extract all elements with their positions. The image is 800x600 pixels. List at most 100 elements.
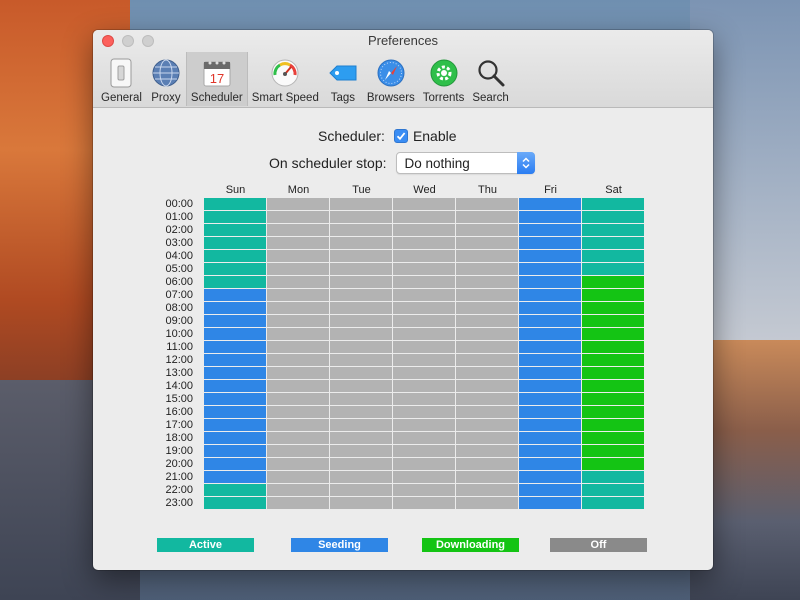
schedule-cell-thu-4[interactable] <box>456 250 518 262</box>
schedule-cell-fri-21[interactable] <box>519 471 581 483</box>
schedule-cell-fri-22[interactable] <box>519 484 581 496</box>
schedule-cell-tue-3[interactable] <box>330 237 392 249</box>
enable-checkbox[interactable] <box>393 129 408 143</box>
schedule-cell-sat-9[interactable] <box>582 315 644 327</box>
schedule-cell-sat-12[interactable] <box>582 354 644 366</box>
schedule-cell-fri-5[interactable] <box>519 263 581 275</box>
schedule-cell-sat-6[interactable] <box>582 276 644 288</box>
schedule-cell-sun-4[interactable] <box>204 250 266 262</box>
schedule-cells[interactable] <box>204 198 645 510</box>
schedule-cell-thu-21[interactable] <box>456 471 518 483</box>
schedule-cell-wed-16[interactable] <box>393 406 455 418</box>
schedule-cell-fri-2[interactable] <box>519 224 581 236</box>
schedule-cell-tue-20[interactable] <box>330 458 392 470</box>
schedule-cell-fri-15[interactable] <box>519 393 581 405</box>
schedule-cell-sun-12[interactable] <box>204 354 266 366</box>
schedule-cell-sun-22[interactable] <box>204 484 266 496</box>
schedule-cell-sat-11[interactable] <box>582 341 644 353</box>
schedule-cell-mon-0[interactable] <box>267 198 329 210</box>
schedule-cell-tue-4[interactable] <box>330 250 392 262</box>
schedule-cell-wed-8[interactable] <box>393 302 455 314</box>
schedule-cell-fri-8[interactable] <box>519 302 581 314</box>
schedule-cell-mon-17[interactable] <box>267 419 329 431</box>
schedule-cell-sun-8[interactable] <box>204 302 266 314</box>
schedule-cell-sat-4[interactable] <box>582 250 644 262</box>
schedule-cell-wed-4[interactable] <box>393 250 455 262</box>
schedule-cell-sat-3[interactable] <box>582 237 644 249</box>
schedule-cell-sun-9[interactable] <box>204 315 266 327</box>
schedule-cell-sat-17[interactable] <box>582 419 644 431</box>
schedule-cell-thu-7[interactable] <box>456 289 518 301</box>
schedule-cell-fri-10[interactable] <box>519 328 581 340</box>
schedule-cell-mon-9[interactable] <box>267 315 329 327</box>
schedule-cell-sun-18[interactable] <box>204 432 266 444</box>
schedule-cell-thu-12[interactable] <box>456 354 518 366</box>
schedule-cell-mon-11[interactable] <box>267 341 329 353</box>
tab-proxy[interactable]: Proxy <box>146 52 186 106</box>
schedule-cell-fri-12[interactable] <box>519 354 581 366</box>
schedule-cell-wed-11[interactable] <box>393 341 455 353</box>
schedule-cell-wed-15[interactable] <box>393 393 455 405</box>
schedule-cell-mon-6[interactable] <box>267 276 329 288</box>
schedule-cell-sat-2[interactable] <box>582 224 644 236</box>
schedule-cell-mon-19[interactable] <box>267 445 329 457</box>
schedule-cell-fri-7[interactable] <box>519 289 581 301</box>
schedule-cell-fri-23[interactable] <box>519 497 581 509</box>
schedule-cell-sun-5[interactable] <box>204 263 266 275</box>
schedule-cell-fri-19[interactable] <box>519 445 581 457</box>
schedule-cell-wed-1[interactable] <box>393 211 455 223</box>
schedule-cell-mon-4[interactable] <box>267 250 329 262</box>
schedule-cell-sun-6[interactable] <box>204 276 266 288</box>
schedule-cell-mon-21[interactable] <box>267 471 329 483</box>
schedule-cell-tue-19[interactable] <box>330 445 392 457</box>
schedule-cell-wed-17[interactable] <box>393 419 455 431</box>
schedule-cell-tue-8[interactable] <box>330 302 392 314</box>
enable-label[interactable]: Enable <box>413 128 457 144</box>
tab-browsers[interactable]: Browsers <box>363 52 419 106</box>
schedule-cell-mon-5[interactable] <box>267 263 329 275</box>
schedule-cell-mon-2[interactable] <box>267 224 329 236</box>
schedule-cell-fri-9[interactable] <box>519 315 581 327</box>
schedule-cell-mon-14[interactable] <box>267 380 329 392</box>
schedule-cell-tue-23[interactable] <box>330 497 392 509</box>
schedule-cell-wed-0[interactable] <box>393 198 455 210</box>
schedule-cell-thu-13[interactable] <box>456 367 518 379</box>
schedule-cell-tue-15[interactable] <box>330 393 392 405</box>
schedule-cell-wed-20[interactable] <box>393 458 455 470</box>
schedule-cell-sat-0[interactable] <box>582 198 644 210</box>
schedule-cell-sun-21[interactable] <box>204 471 266 483</box>
schedule-cell-fri-17[interactable] <box>519 419 581 431</box>
schedule-cell-sat-5[interactable] <box>582 263 644 275</box>
schedule-cell-fri-11[interactable] <box>519 341 581 353</box>
schedule-cell-fri-6[interactable] <box>519 276 581 288</box>
schedule-cell-sat-16[interactable] <box>582 406 644 418</box>
schedule-cell-wed-13[interactable] <box>393 367 455 379</box>
schedule-cell-thu-9[interactable] <box>456 315 518 327</box>
schedule-cell-tue-22[interactable] <box>330 484 392 496</box>
schedule-cell-tue-0[interactable] <box>330 198 392 210</box>
schedule-cell-sun-15[interactable] <box>204 393 266 405</box>
schedule-cell-sun-17[interactable] <box>204 419 266 431</box>
schedule-cell-fri-13[interactable] <box>519 367 581 379</box>
stop-action-select[interactable]: Do nothing <box>395 152 535 174</box>
schedule-cell-sat-21[interactable] <box>582 471 644 483</box>
schedule-cell-sun-10[interactable] <box>204 328 266 340</box>
schedule-cell-sun-0[interactable] <box>204 198 266 210</box>
schedule-cell-tue-9[interactable] <box>330 315 392 327</box>
schedule-cell-thu-17[interactable] <box>456 419 518 431</box>
schedule-cell-tue-1[interactable] <box>330 211 392 223</box>
schedule-cell-mon-16[interactable] <box>267 406 329 418</box>
schedule-cell-wed-6[interactable] <box>393 276 455 288</box>
schedule-cell-fri-20[interactable] <box>519 458 581 470</box>
schedule-cell-thu-1[interactable] <box>456 211 518 223</box>
schedule-cell-sun-20[interactable] <box>204 458 266 470</box>
schedule-cell-sun-23[interactable] <box>204 497 266 509</box>
schedule-cell-fri-1[interactable] <box>519 211 581 223</box>
schedule-cell-fri-3[interactable] <box>519 237 581 249</box>
schedule-cell-sun-19[interactable] <box>204 445 266 457</box>
schedule-cell-wed-7[interactable] <box>393 289 455 301</box>
schedule-cell-fri-0[interactable] <box>519 198 581 210</box>
schedule-cell-thu-8[interactable] <box>456 302 518 314</box>
schedule-cell-thu-15[interactable] <box>456 393 518 405</box>
schedule-cell-mon-3[interactable] <box>267 237 329 249</box>
